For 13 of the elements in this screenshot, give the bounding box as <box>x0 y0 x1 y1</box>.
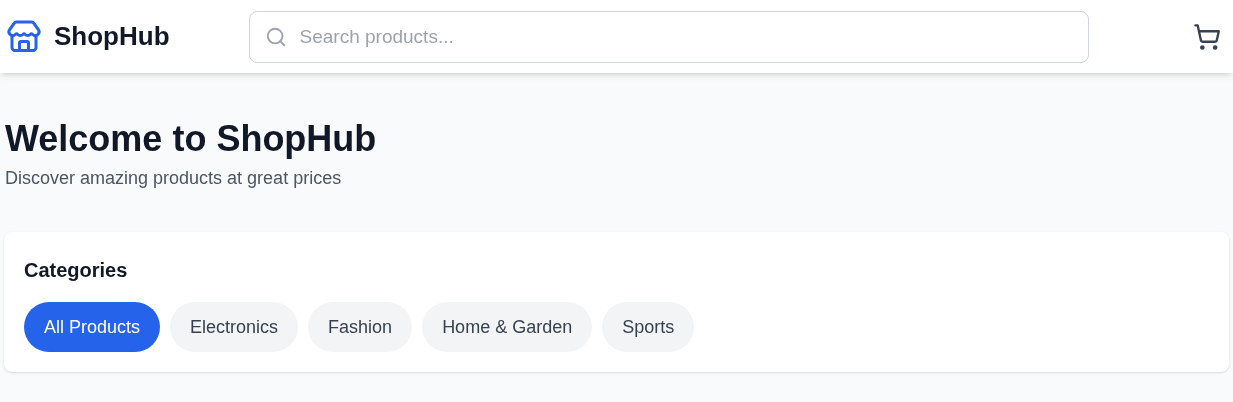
category-chip[interactable]: Electronics <box>170 302 299 352</box>
categories-title: Categories <box>24 258 129 283</box>
search-icon <box>264 25 287 48</box>
page-subtitle: Discover amazing products at great prices <box>5 167 343 190</box>
logo-text[interactable]: ShopHub <box>54 17 170 56</box>
category-chip[interactable]: Fashion <box>308 302 413 352</box>
page-title: Welcome to ShopHub <box>5 117 378 161</box>
category-chip[interactable]: All Products <box>24 302 161 352</box>
category-chip[interactable]: Home & Garden <box>422 302 593 352</box>
search-field[interactable]: Search products... <box>248 10 1089 63</box>
category-chip[interactable]: Sports <box>602 302 695 352</box>
cart-icon[interactable] <box>1193 22 1221 51</box>
store-icon <box>6 18 42 55</box>
